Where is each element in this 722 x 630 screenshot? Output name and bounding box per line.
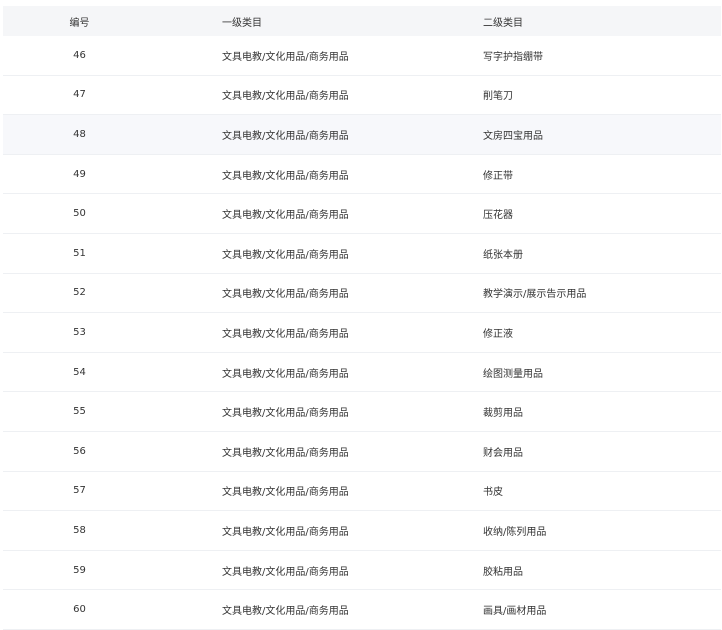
cell-level1: 文具电教/文化用品/商务用品	[222, 566, 349, 578]
category-table: 编号 一级类目 二级类目 46 文具电教/文化用品/商务用品 写字护指绷带 47 文具电…	[3, 6, 721, 630]
cell-id: 49	[73, 168, 86, 180]
table-row[interactable]: 56 文具电教/文化用品/商务用品 财会用品	[3, 432, 721, 472]
cell-level2: 画具/画材用品	[483, 606, 547, 618]
header-level2[interactable]: 二级类目	[418, 14, 721, 29]
table-header-row: 编号 一级类目 二级类目	[3, 6, 721, 36]
cell-level1: 文具电教/文化用品/商务用品	[222, 408, 349, 420]
cell-id: 48	[73, 128, 86, 140]
cell-level1: 文具电教/文化用品/商务用品	[222, 249, 349, 261]
cell-id: 58	[73, 524, 86, 536]
cell-level1: 文具电教/文化用品/商务用品	[222, 447, 349, 459]
cell-id: 57	[73, 485, 86, 497]
table-row[interactable]: 57 文具电教/文化用品/商务用品 书皮	[3, 472, 721, 512]
cell-level1: 文具电教/文化用品/商务用品	[222, 91, 349, 103]
table-row[interactable]: 58 文具电教/文化用品/商务用品 收纳/陈列用品	[3, 511, 721, 551]
cell-id: 51	[73, 247, 86, 259]
table-row[interactable]: 49 文具电教/文化用品/商务用品 修正带	[3, 155, 721, 195]
table-row[interactable]: 47 文具电教/文化用品/商务用品 削笔刀	[3, 76, 721, 116]
cell-level2: 写字护指绷带	[483, 51, 543, 63]
cell-level2: 胶粘用品	[483, 566, 523, 578]
cell-id: 47	[73, 89, 86, 101]
cell-level2: 绘图测量用品	[483, 368, 543, 380]
table-body: 46 文具电教/文化用品/商务用品 写字护指绷带 47 文具电教/文化用品/商务用品 削笔…	[3, 36, 721, 630]
table-row[interactable]: 53 文具电教/文化用品/商务用品 修正液	[3, 313, 721, 353]
table-row[interactable]: 60 文具电教/文化用品/商务用品 画具/画材用品	[3, 590, 721, 630]
cell-level2: 裁剪用品	[483, 408, 523, 420]
cell-level2: 教学演示/展示告示用品	[483, 289, 587, 301]
cell-level1: 文具电教/文化用品/商务用品	[222, 170, 349, 182]
header-level1[interactable]: 一级类目	[156, 14, 418, 29]
cell-level2: 财会用品	[483, 447, 523, 459]
cell-level2: 修正带	[483, 170, 513, 182]
cell-id: 60	[73, 604, 86, 616]
cell-level2: 修正液	[483, 328, 513, 340]
cell-id: 54	[73, 366, 86, 378]
cell-level2: 削笔刀	[483, 91, 513, 103]
cell-id: 56	[73, 445, 86, 457]
table-row[interactable]: 46 文具电教/文化用品/商务用品 写字护指绷带	[3, 36, 721, 76]
cell-id: 55	[73, 406, 86, 418]
cell-level2: 文房四宝用品	[483, 130, 543, 142]
cell-level1: 文具电教/文化用品/商务用品	[222, 526, 349, 538]
cell-level1: 文具电教/文化用品/商务用品	[222, 328, 349, 340]
cell-id: 46	[73, 49, 86, 61]
cell-id: 53	[73, 326, 86, 338]
cell-id: 50	[73, 208, 86, 220]
table-row[interactable]: 54 文具电教/文化用品/商务用品 绘图测量用品	[3, 353, 721, 393]
header-id[interactable]: 编号	[3, 14, 156, 29]
cell-level1: 文具电教/文化用品/商务用品	[222, 51, 349, 63]
table-row[interactable]: 48 文具电教/文化用品/商务用品 文房四宝用品	[3, 115, 721, 155]
cell-level2: 书皮	[483, 487, 503, 499]
cell-id: 59	[73, 564, 86, 576]
cell-level2: 压花器	[483, 210, 513, 222]
cell-level1: 文具电教/文化用品/商务用品	[222, 289, 349, 301]
table-row[interactable]: 59 文具电教/文化用品/商务用品 胶粘用品	[3, 551, 721, 591]
cell-level1: 文具电教/文化用品/商务用品	[222, 368, 349, 380]
table-row[interactable]: 50 文具电教/文化用品/商务用品 压花器	[3, 194, 721, 234]
cell-level1: 文具电教/文化用品/商务用品	[222, 210, 349, 222]
table-row[interactable]: 55 文具电教/文化用品/商务用品 裁剪用品	[3, 392, 721, 432]
cell-level2: 纸张本册	[483, 249, 523, 261]
cell-level2: 收纳/陈列用品	[483, 526, 547, 538]
cell-level1: 文具电教/文化用品/商务用品	[222, 130, 349, 142]
cell-level1: 文具电教/文化用品/商务用品	[222, 487, 349, 499]
table-row[interactable]: 51 文具电教/文化用品/商务用品 纸张本册	[3, 234, 721, 274]
table-row[interactable]: 52 文具电教/文化用品/商务用品 教学演示/展示告示用品	[3, 274, 721, 314]
cell-id: 52	[73, 287, 86, 299]
cell-level1: 文具电教/文化用品/商务用品	[222, 606, 349, 618]
